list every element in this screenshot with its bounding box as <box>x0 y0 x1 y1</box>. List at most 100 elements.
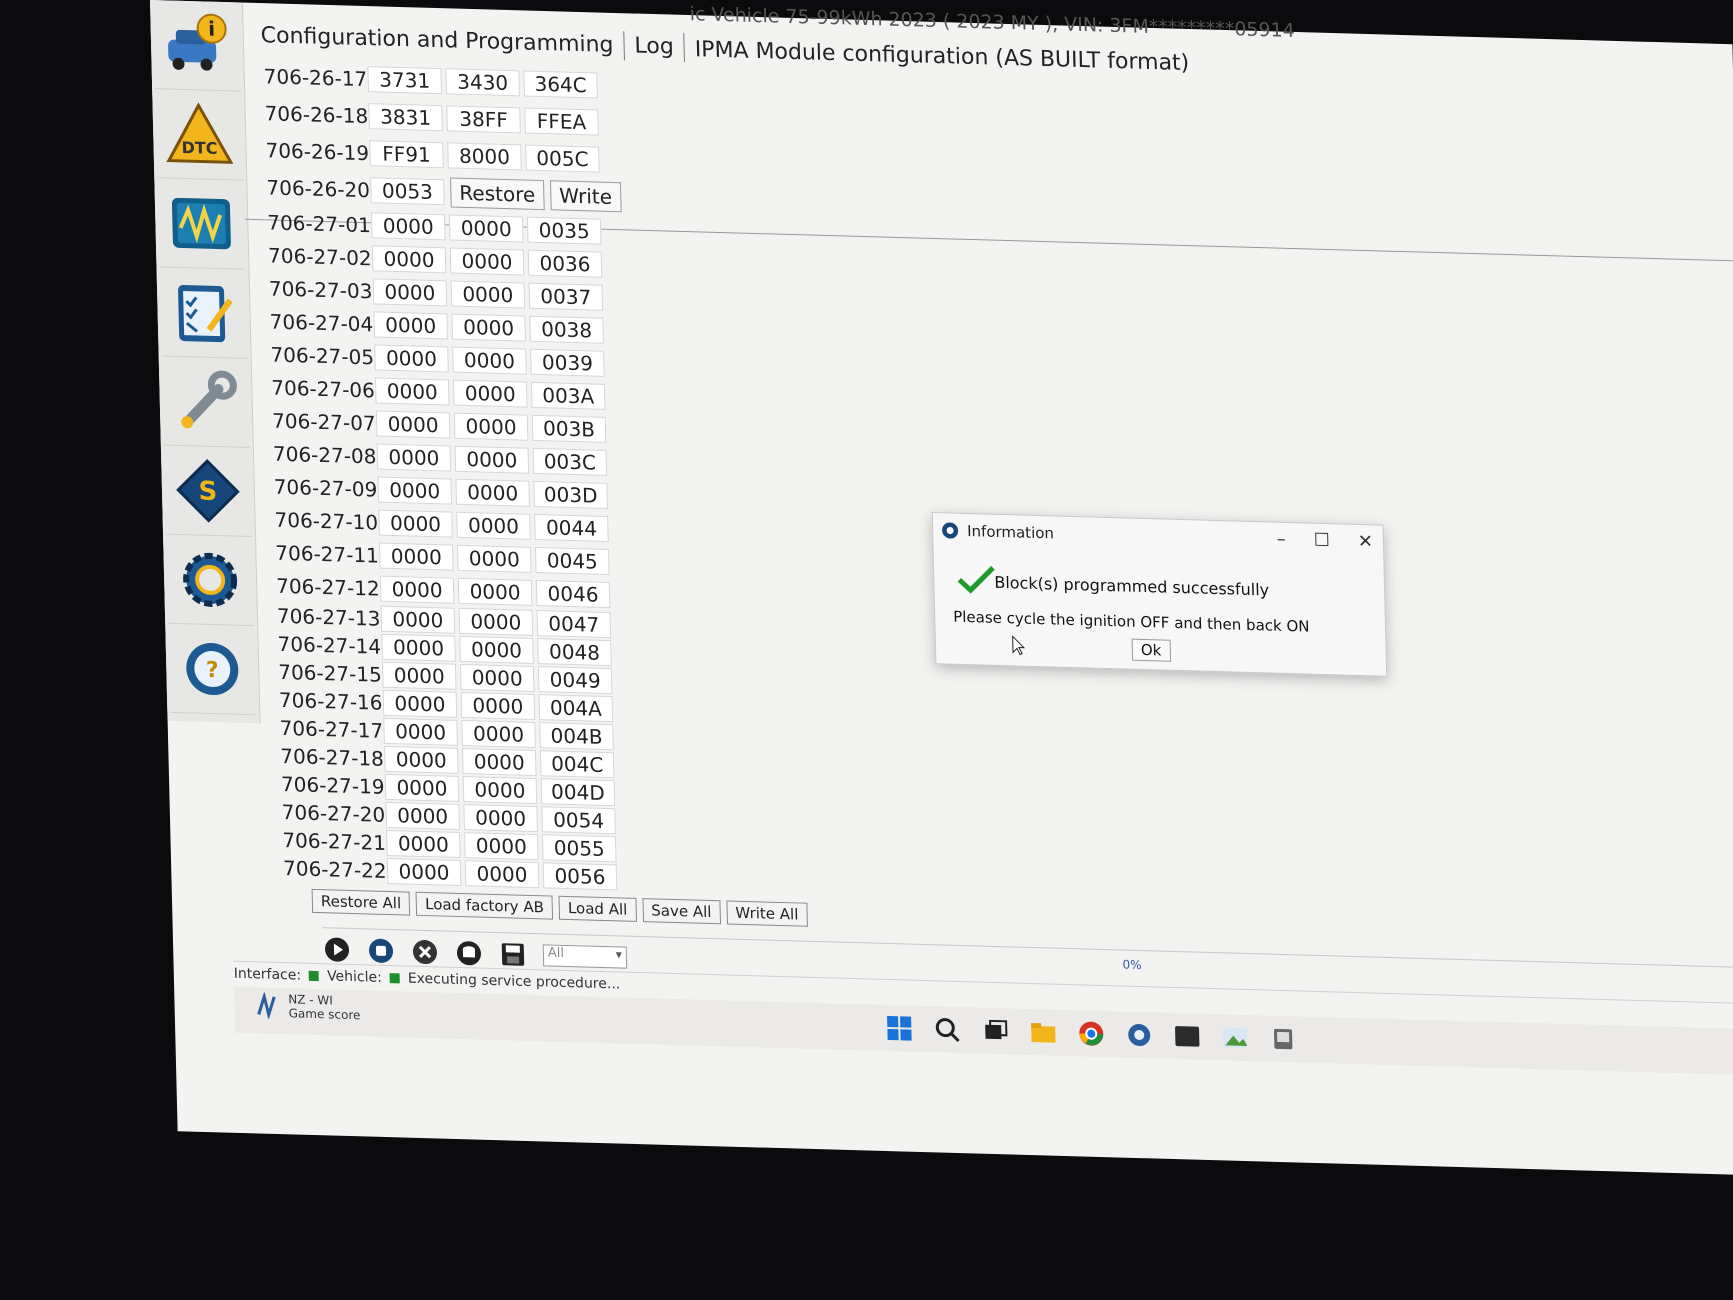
hex-value-cell[interactable]: 364C <box>523 69 598 99</box>
tab-configuration-programming[interactable]: Configuration and Programming <box>250 20 625 61</box>
hex-value-cell[interactable]: 0000 <box>383 745 459 774</box>
hex-value-cell[interactable]: 003D <box>533 480 608 509</box>
hex-value-cell[interactable]: 0000 <box>459 635 534 664</box>
taskbar-terminal[interactable] <box>1172 1021 1203 1052</box>
hex-value-cell[interactable]: 0000 <box>459 663 535 693</box>
hex-value-cell[interactable]: 0000 <box>381 661 457 690</box>
maximize-icon[interactable]: ☐ <box>1313 530 1330 551</box>
taskbar-file-explorer[interactable] <box>1028 1017 1059 1048</box>
load-factory-ab-button[interactable]: Load factory AB <box>415 891 554 920</box>
hex-value-cell[interactable]: 0037 <box>528 282 604 311</box>
clear-button[interactable] <box>411 938 440 967</box>
play-button[interactable] <box>323 935 352 964</box>
hex-value-cell[interactable]: 0053 <box>370 176 445 205</box>
hex-value-cell[interactable]: FF91 <box>369 139 444 168</box>
restore-all-button[interactable]: Restore All <box>311 888 411 916</box>
sidebar-item-tools[interactable] <box>161 356 250 448</box>
hex-value-cell[interactable]: 3831 <box>368 102 443 131</box>
sidebar-item-dtc[interactable]: DTC <box>155 89 244 181</box>
hex-value-cell[interactable]: 0000 <box>454 445 530 474</box>
hex-value-cell[interactable]: 0000 <box>373 310 448 339</box>
sidebar-item-settings[interactable] <box>166 534 255 627</box>
restore-block-button[interactable]: Restore <box>450 176 545 210</box>
hex-value-cell[interactable]: 0036 <box>527 249 603 278</box>
taskbar-photos[interactable] <box>1220 1022 1251 1053</box>
hex-value-cell[interactable]: 0035 <box>526 216 602 245</box>
hex-value-cell[interactable]: 0000 <box>460 691 536 721</box>
hex-value-cell[interactable]: 0000 <box>374 343 449 372</box>
sidebar-item-help[interactable]: ? <box>168 623 257 716</box>
taskbar-start[interactable] <box>884 1013 915 1044</box>
hex-value-cell[interactable]: 0000 <box>453 412 529 441</box>
hex-value-cell[interactable]: 003B <box>531 414 607 443</box>
taskbar-chrome[interactable] <box>1076 1018 1107 1049</box>
hex-value-cell[interactable]: 004D <box>540 778 616 807</box>
hex-value-cell[interactable]: 004B <box>539 722 614 751</box>
close-icon[interactable]: ✕ <box>1358 531 1374 552</box>
hex-value-cell[interactable]: 0000 <box>374 376 450 406</box>
hex-value-cell[interactable]: 0000 <box>461 748 537 777</box>
hex-value-cell[interactable]: 003A <box>530 381 606 410</box>
hex-value-cell[interactable]: 0000 <box>372 277 448 306</box>
hex-value-cell[interactable]: 003C <box>532 447 608 476</box>
hex-value-cell[interactable]: 38FF <box>446 104 521 133</box>
minimize-icon[interactable]: – <box>1276 529 1286 550</box>
hex-value-cell[interactable]: 0000 <box>386 829 461 859</box>
hex-value-cell[interactable]: 0000 <box>381 633 456 662</box>
hex-value-cell[interactable]: FFEA <box>524 106 599 136</box>
hex-value-cell[interactable]: 0000 <box>463 804 538 833</box>
hex-value-cell[interactable]: 0056 <box>542 862 618 891</box>
load-all-button[interactable]: Load All <box>558 895 637 922</box>
hex-value-cell[interactable]: 004C <box>539 750 615 779</box>
hex-value-cell[interactable]: 0038 <box>529 315 604 344</box>
hex-value-cell[interactable]: 0000 <box>379 575 455 604</box>
hex-value-cell[interactable]: 0044 <box>534 513 609 542</box>
hex-value-cell[interactable]: 0000 <box>450 280 526 309</box>
hex-value-cell[interactable]: 0039 <box>530 348 605 377</box>
write-block-button[interactable]: Write <box>549 179 622 212</box>
hex-value-cell[interactable]: 005C <box>525 144 600 173</box>
hex-value-cell[interactable]: 0048 <box>537 638 612 667</box>
sidebar-item-vehicle-info[interactable]: i <box>152 0 242 92</box>
hex-value-cell[interactable]: 0000 <box>386 857 462 887</box>
hex-value-cell[interactable]: 0000 <box>456 544 532 573</box>
hex-value-cell[interactable]: 0000 <box>451 313 526 342</box>
filter-dropdown[interactable]: All <box>542 944 628 969</box>
hex-value-cell[interactable]: 0000 <box>377 476 453 505</box>
hex-value-cell[interactable]: 0000 <box>462 776 538 805</box>
hex-value-cell[interactable]: 0000 <box>385 801 460 830</box>
hex-value-cell[interactable]: 0000 <box>371 244 447 273</box>
hex-value-cell[interactable]: 0000 <box>383 717 458 746</box>
hex-value-cell[interactable]: 004A <box>538 694 614 723</box>
hex-value-cell[interactable]: 0045 <box>534 546 610 575</box>
hex-value-cell[interactable]: 0000 <box>448 213 524 243</box>
hex-value-cell[interactable]: 0000 <box>449 246 525 276</box>
taskbar-task-view[interactable] <box>980 1016 1011 1047</box>
taskbar-search[interactable] <box>932 1014 963 1045</box>
hex-value-cell[interactable]: 0046 <box>535 579 611 608</box>
sidebar-item-checklist[interactable] <box>159 267 248 359</box>
taskbar-device[interactable] <box>1268 1024 1299 1055</box>
hex-value-cell[interactable]: 0000 <box>452 346 527 375</box>
hex-value-cell[interactable]: 0000 <box>380 605 456 634</box>
hex-value-cell[interactable]: 0054 <box>541 806 616 835</box>
hex-value-cell[interactable]: 3430 <box>445 67 520 96</box>
hex-value-cell[interactable]: 0000 <box>452 379 528 408</box>
save-button[interactable] <box>499 940 528 969</box>
hex-value-cell[interactable]: 0055 <box>541 834 617 863</box>
hex-value-cell[interactable]: 0000 <box>457 577 533 606</box>
hex-value-cell[interactable]: 0000 <box>455 478 530 507</box>
hex-value-cell[interactable]: 8000 <box>447 141 522 170</box>
ok-button[interactable]: Ok <box>1131 638 1171 662</box>
sidebar-item-oscilloscope[interactable] <box>157 178 246 270</box>
tab-log[interactable]: Log <box>624 31 686 62</box>
hex-value-cell[interactable]: 0000 <box>378 509 453 538</box>
hex-value-cell[interactable]: 0047 <box>536 610 612 639</box>
hex-value-cell[interactable]: 0000 <box>376 442 452 472</box>
hex-value-cell[interactable]: 0000 <box>461 719 536 749</box>
hex-value-cell[interactable]: 0000 <box>384 773 460 802</box>
database-button[interactable] <box>455 939 484 968</box>
weather-widget[interactable]: NZ - WI Game score <box>254 991 361 1022</box>
hex-value-cell[interactable]: 0000 <box>379 542 454 571</box>
sidebar-item-module-programming[interactable]: S <box>163 445 253 538</box>
